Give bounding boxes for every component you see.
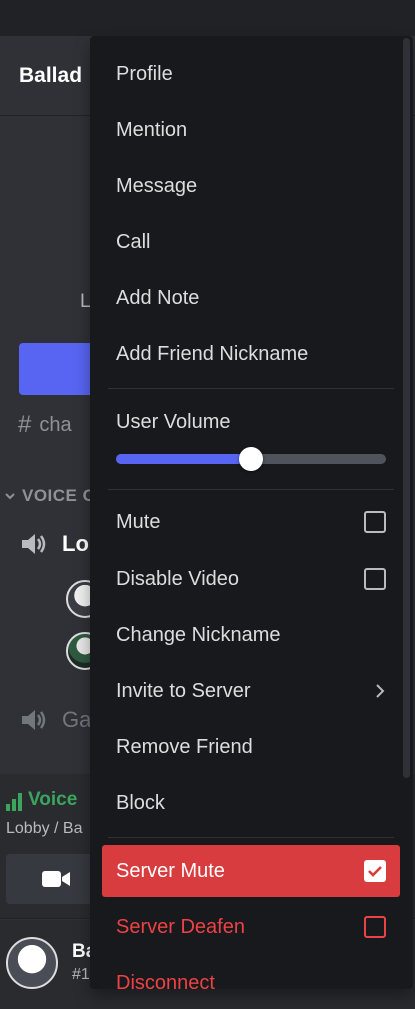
menu-item-label: Profile	[116, 62, 173, 85]
menu-item-mute[interactable]: Mute	[102, 498, 400, 546]
menu-item-change-nickname[interactable]: Change Nickname	[102, 611, 400, 659]
menu-item-message[interactable]: Message	[102, 162, 400, 210]
server-mute-checkbox[interactable]	[364, 860, 386, 882]
user-tag: #1	[72, 966, 90, 983]
menu-divider	[108, 489, 394, 490]
hash-icon: #	[18, 411, 32, 438]
menu-divider	[108, 837, 394, 838]
user-volume-fill	[116, 454, 251, 464]
menu-item-call[interactable]: Call	[102, 218, 400, 266]
voice-channel-name: Ga	[62, 707, 92, 732]
menu-item-block[interactable]: Block	[102, 779, 400, 827]
menu-item-label: Invite to Server	[116, 679, 251, 702]
menu-item-label: Mute	[116, 510, 161, 533]
menu-item-label: Message	[116, 174, 198, 197]
text-channel-row[interactable]: # cha	[18, 410, 72, 440]
menu-item-disconnect[interactable]: Disconnect	[102, 959, 400, 990]
app-root: Ballad L # cha VOICE C Lo Ga Voice Lobby…	[0, 0, 415, 1009]
voice-category[interactable]: VOICE C	[4, 486, 95, 506]
menu-item-label: Block	[116, 791, 165, 814]
signal-bars-icon	[6, 793, 22, 811]
menu-item-add-note[interactable]: Add Note	[102, 274, 400, 322]
voice-channel-gaming[interactable]: Ga	[20, 707, 91, 733]
server-deafen-checkbox[interactable]	[364, 916, 386, 938]
chevron-right-icon	[376, 684, 385, 698]
avatar[interactable]	[6, 937, 58, 989]
menu-item-mention[interactable]: Mention	[102, 106, 400, 154]
user-volume-slider[interactable]	[116, 447, 386, 471]
menu-divider	[108, 388, 394, 389]
menu-item-label: Server Deafen	[116, 915, 245, 938]
menu-item-label: Mention	[116, 118, 188, 141]
menu-item-add-friend-nickname[interactable]: Add Friend Nickname	[102, 330, 400, 378]
voice-category-label: VOICE C	[22, 486, 96, 505]
text-channel-name: cha	[39, 413, 72, 436]
menu-item-label: Call	[116, 230, 151, 253]
menu-item-label: Add Note	[116, 286, 200, 309]
voice-location[interactable]: Lobby / Ba	[6, 820, 83, 838]
chevron-down-icon	[5, 493, 15, 500]
user-context-menu: Profile Mention Message Call Add Note Ad…	[90, 36, 413, 989]
video-camera-icon	[42, 871, 70, 887]
menu-item-label: Change Nickname	[116, 623, 281, 646]
menu-item-disable-video[interactable]: Disable Video	[102, 555, 400, 603]
voice-channel-name: Lo	[62, 531, 89, 556]
menu-item-label: Disconnect	[116, 971, 215, 990]
menu-item-remove-friend[interactable]: Remove Friend	[102, 723, 400, 771]
menu-item-label: Remove Friend	[116, 735, 253, 758]
menu-item-label: Server Mute	[116, 859, 225, 882]
speaker-icon	[22, 534, 46, 554]
user-volume-handle[interactable]	[239, 447, 263, 471]
voice-channel-lobby[interactable]: Lo	[20, 531, 89, 557]
server-name: Ballad	[19, 64, 83, 87]
voice-status: Voice	[6, 789, 77, 811]
mute-checkbox[interactable]	[364, 511, 386, 533]
menu-item-server-deafen[interactable]: Server Deafen	[102, 903, 400, 951]
menu-item-server-mute[interactable]: Server Mute	[102, 845, 400, 897]
menu-item-label: Disable Video	[116, 567, 240, 590]
disable-video-checkbox[interactable]	[364, 568, 386, 590]
menu-item-label: Add Friend Nickname	[116, 342, 309, 365]
invite-text: L	[80, 291, 91, 312]
checkmark-icon	[368, 866, 382, 877]
menu-item-invite-to-server[interactable]: Invite to Server	[102, 667, 400, 715]
menu-scrollbar[interactable]	[403, 38, 410, 778]
speaker-icon	[22, 710, 46, 730]
title-bar	[0, 0, 415, 36]
voice-status-label: Voice	[28, 789, 78, 810]
user-volume-label: User Volume	[116, 411, 231, 433]
menu-item-profile[interactable]: Profile	[102, 50, 400, 98]
